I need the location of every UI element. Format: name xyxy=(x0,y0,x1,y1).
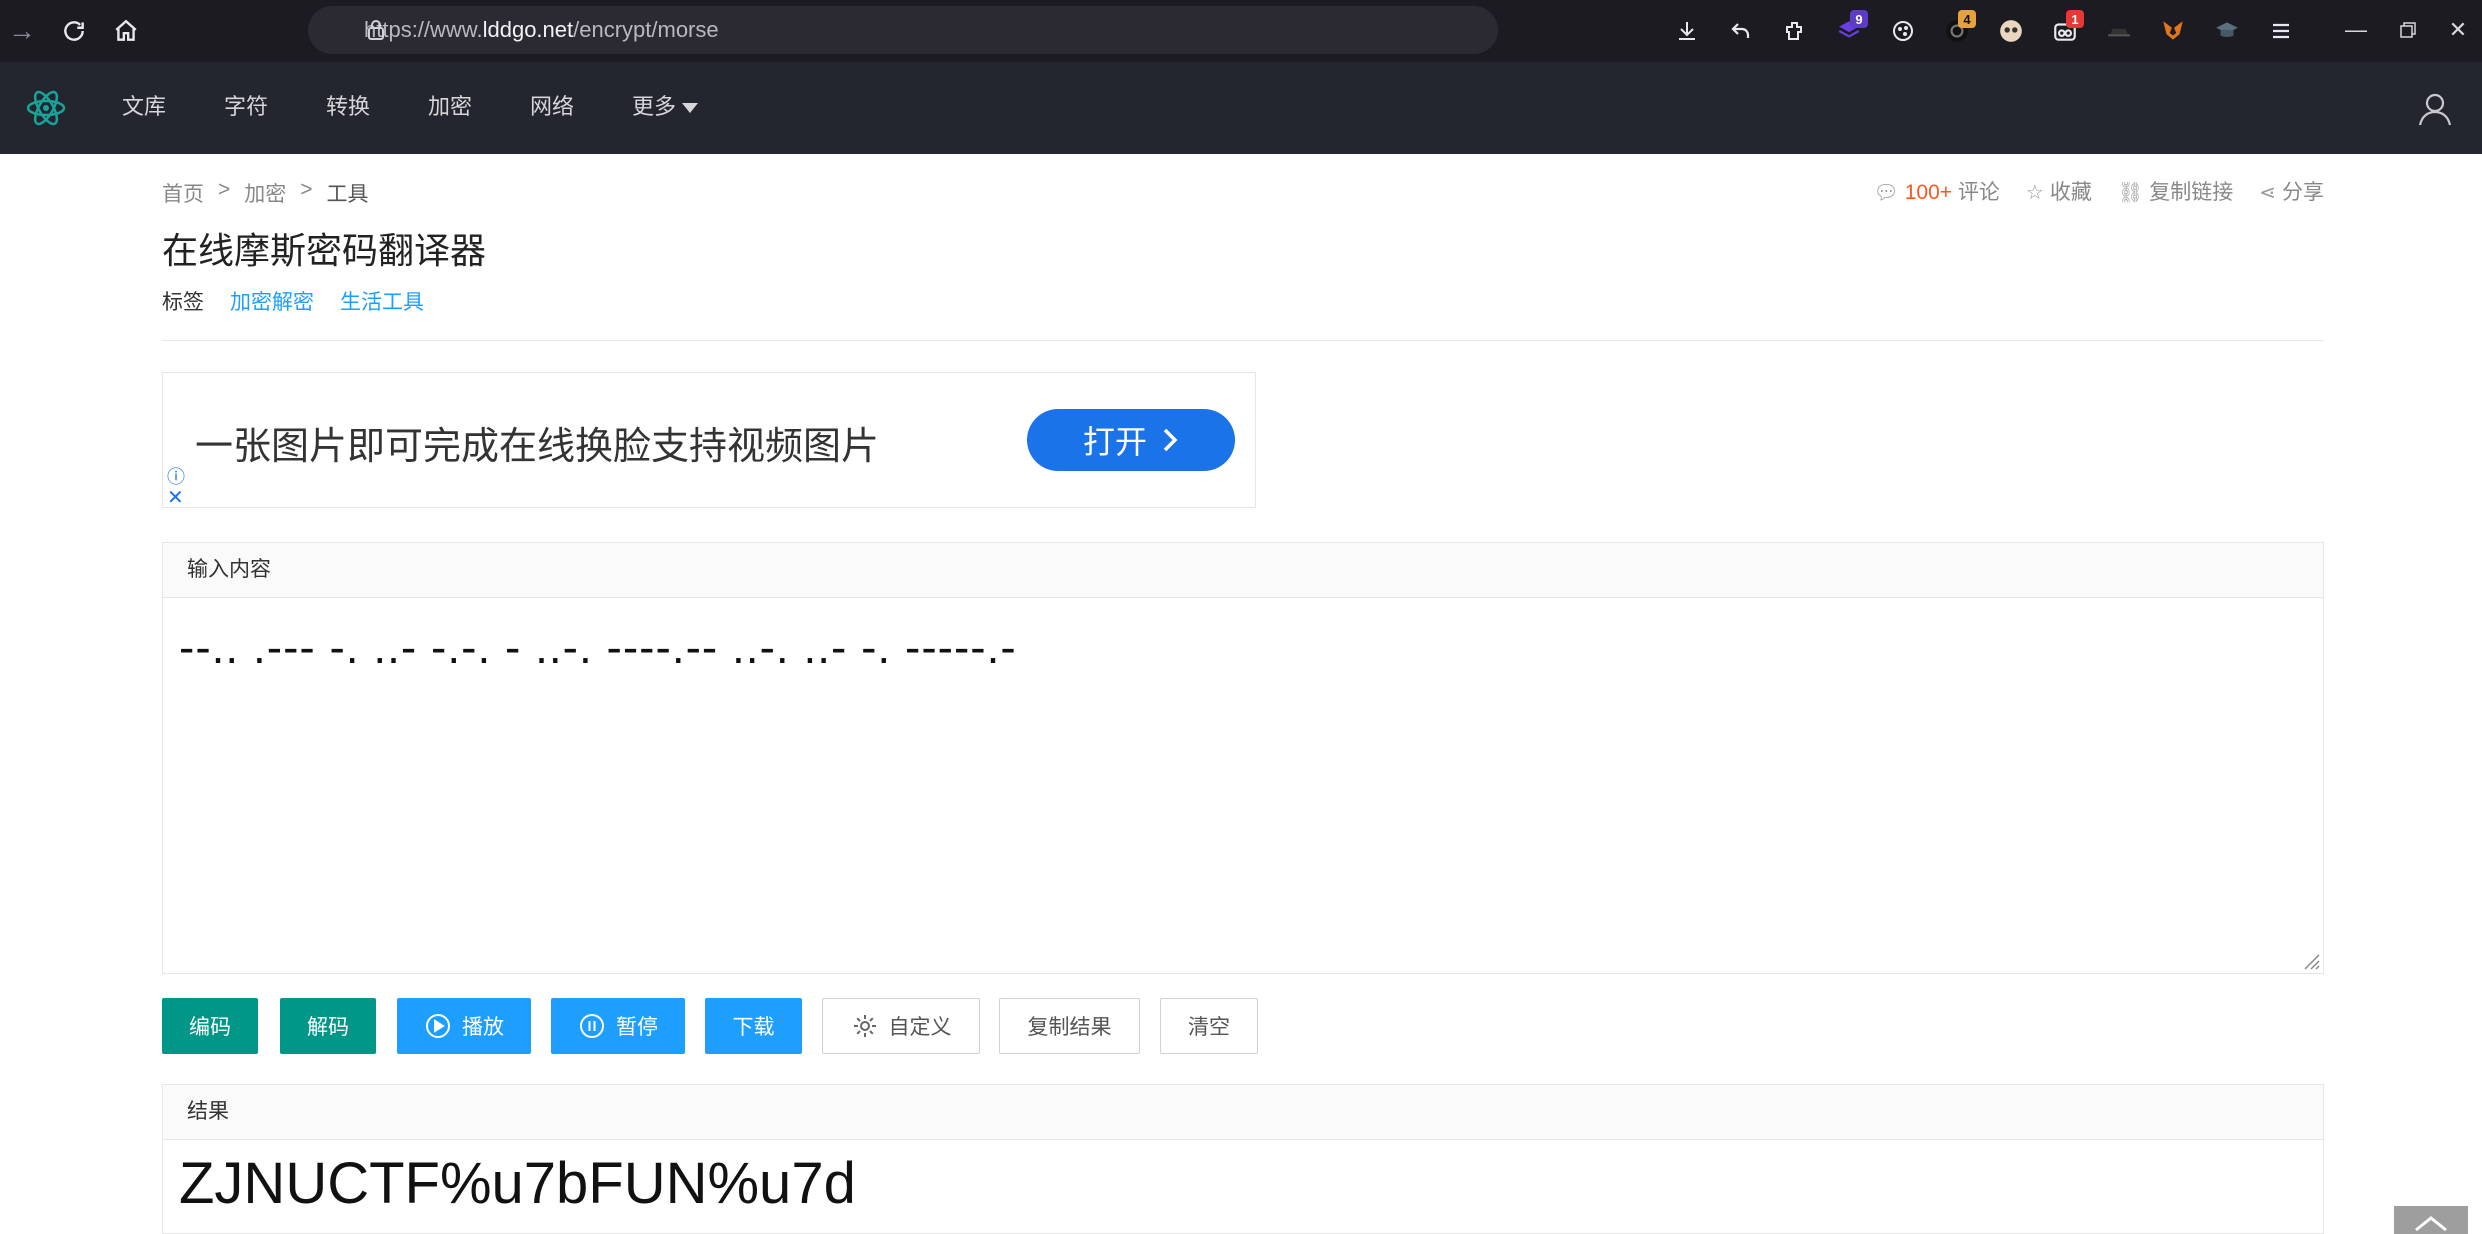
nav-item-encrypt[interactable]: 加密 xyxy=(428,92,472,122)
play-button[interactable]: 播放 xyxy=(397,998,531,1054)
badge-1: 1 xyxy=(2066,10,2084,28)
download-icon[interactable] xyxy=(1660,10,1714,52)
star-icon: ☆ xyxy=(2025,182,2044,204)
resize-grip-icon[interactable] xyxy=(2301,951,2321,971)
breadcrumb-home[interactable]: 首页 xyxy=(162,178,204,208)
breadcrumb-current[interactable]: 工具 xyxy=(327,178,369,208)
extension-grad-icon[interactable] xyxy=(2200,10,2254,52)
input-panel-header: 输入内容 xyxy=(162,542,2324,598)
nav-item-convert[interactable]: 转换 xyxy=(326,92,370,122)
morse-input-textarea[interactable]: --.. .--- -. ..- -.-. - ..-. ----.-- ..-… xyxy=(162,598,2324,974)
breadcrumb-separator: > xyxy=(218,178,231,201)
extension-9-icon[interactable]: 9 xyxy=(1822,10,1876,52)
customize-button[interactable]: 自定义 xyxy=(822,998,980,1054)
browser-toolbar: → https://www. lddgo.net/encrypt/morse 9 … xyxy=(0,0,2482,62)
decode-button[interactable]: 解码 xyxy=(280,998,376,1054)
badge-4: 4 xyxy=(1958,10,1976,28)
restore-icon[interactable] xyxy=(2382,10,2434,50)
page-actions: 💬︎ 100+ 评论 ☆ 收藏 ⛓︎ 复制链接 ⋖ 分享 xyxy=(1873,176,2324,206)
comment-link[interactable]: 💬︎ 100+ 评论 xyxy=(1873,176,2000,206)
advertisement[interactable]: 一张图片即可完成在线换脸支持视频图片 打开 ⓘ ✕ xyxy=(162,372,1256,510)
site-navbar: 文库 字符 转换 加密 网络 更多 xyxy=(0,62,2482,154)
breadcrumb-separator: > xyxy=(300,178,313,201)
pause-button[interactable]: 暂停 xyxy=(551,998,685,1054)
ad-open-button[interactable]: 打开 xyxy=(1027,409,1235,471)
page-title: 在线摩斯密码翻译器 xyxy=(162,230,487,271)
lock-icon xyxy=(368,20,384,40)
menu-icon[interactable] xyxy=(2254,10,2308,52)
gear-icon xyxy=(853,1015,876,1037)
tag-life-tools[interactable]: 生活工具 xyxy=(340,286,424,316)
cookie-icon[interactable] xyxy=(1876,10,1930,52)
divider xyxy=(162,340,2324,341)
chevron-right-icon xyxy=(1163,428,1178,452)
extension-4-icon[interactable]: 4 xyxy=(1930,10,1984,52)
metamask-icon[interactable] xyxy=(2146,10,2200,52)
extension-face-icon[interactable] xyxy=(1984,10,2038,52)
chevron-up-icon xyxy=(2415,1216,2447,1232)
play-label: 播放 xyxy=(462,1016,504,1039)
breadcrumb: 首页 > 加密 > 工具 xyxy=(162,178,369,208)
result-panel-header: 结果 xyxy=(162,1084,2324,1140)
result-value: ZJNUCTF%u7bFUN%u7d xyxy=(179,1151,856,1216)
ad-close-icon[interactable]: ✕ xyxy=(167,485,184,510)
nav-item-network[interactable]: 网络 xyxy=(530,92,574,122)
back-to-top-button[interactable] xyxy=(2394,1206,2468,1234)
tags-row: 标签 加密解密 生活工具 xyxy=(162,286,424,316)
customize-label: 自定义 xyxy=(888,1016,952,1039)
extension-1-icon[interactable]: 1 xyxy=(2038,10,2092,52)
download-button[interactable]: 下载 xyxy=(705,998,802,1054)
breadcrumb-category[interactable]: 加密 xyxy=(244,178,286,208)
nav-item-more[interactable]: 更多 xyxy=(632,92,699,122)
comment-count: 100+ xyxy=(1904,181,1953,204)
nav-item-characters[interactable]: 字符 xyxy=(224,92,268,122)
home-icon[interactable] xyxy=(106,11,146,51)
url-host: lddgo.net xyxy=(482,17,574,42)
clear-button[interactable]: 清空 xyxy=(1160,998,1258,1054)
ad-text: 一张图片即可完成在线换脸支持视频图片 xyxy=(195,426,880,468)
comment-icon: 💬︎ xyxy=(1873,182,1899,204)
copy-link[interactable]: ⛓︎ 复制链接 xyxy=(2118,176,2233,206)
favorite-link[interactable]: ☆ 收藏 xyxy=(2026,176,2092,206)
comment-label: 评论 xyxy=(1957,181,2000,204)
morse-input-value: --.. .--- -. ..- -.-. - ..-. ----.-- ..-… xyxy=(179,621,1017,673)
link-icon: ⛓︎ xyxy=(2117,182,2144,204)
url-path: /encrypt/morse xyxy=(573,17,719,42)
caret-down-icon xyxy=(682,103,699,114)
copy-link-label: 复制链接 xyxy=(2149,181,2234,204)
nav-more-label: 更多 xyxy=(632,94,677,119)
pause-icon xyxy=(580,1014,604,1038)
extension-hat-icon[interactable] xyxy=(2092,10,2146,52)
tag-encrypt-decrypt[interactable]: 加密解密 xyxy=(230,286,314,316)
undo-icon[interactable] xyxy=(1714,10,1768,52)
user-icon[interactable] xyxy=(2416,90,2454,128)
url-bar[interactable]: https://www. lddgo.net/encrypt/morse xyxy=(308,6,1498,54)
play-icon xyxy=(426,1014,450,1038)
result-output[interactable]: ZJNUCTF%u7bFUN%u7d xyxy=(162,1140,2324,1234)
nav-item-library[interactable]: 文库 xyxy=(122,92,166,122)
extensions-icon[interactable] xyxy=(1768,10,1822,52)
reload-icon[interactable] xyxy=(54,11,94,51)
pause-label: 暂停 xyxy=(616,1016,658,1039)
forward-icon[interactable]: → xyxy=(2,11,42,51)
copy-result-button[interactable]: 复制结果 xyxy=(999,998,1140,1054)
share-label: 分享 xyxy=(2282,181,2324,204)
site-logo-icon[interactable] xyxy=(24,86,68,130)
share-icon: ⋖ xyxy=(2259,182,2276,204)
badge-9: 9 xyxy=(1850,10,1868,28)
share-link[interactable]: ⋖ 分享 xyxy=(2259,176,2324,206)
tags-label: 标签 xyxy=(162,291,204,314)
encode-button[interactable]: 编码 xyxy=(162,998,258,1054)
ad-open-label: 打开 xyxy=(1082,424,1147,460)
favorite-label: 收藏 xyxy=(2049,181,2092,204)
close-window-icon[interactable]: ✕ xyxy=(2432,10,2482,50)
minimize-icon[interactable]: — xyxy=(2330,10,2382,50)
